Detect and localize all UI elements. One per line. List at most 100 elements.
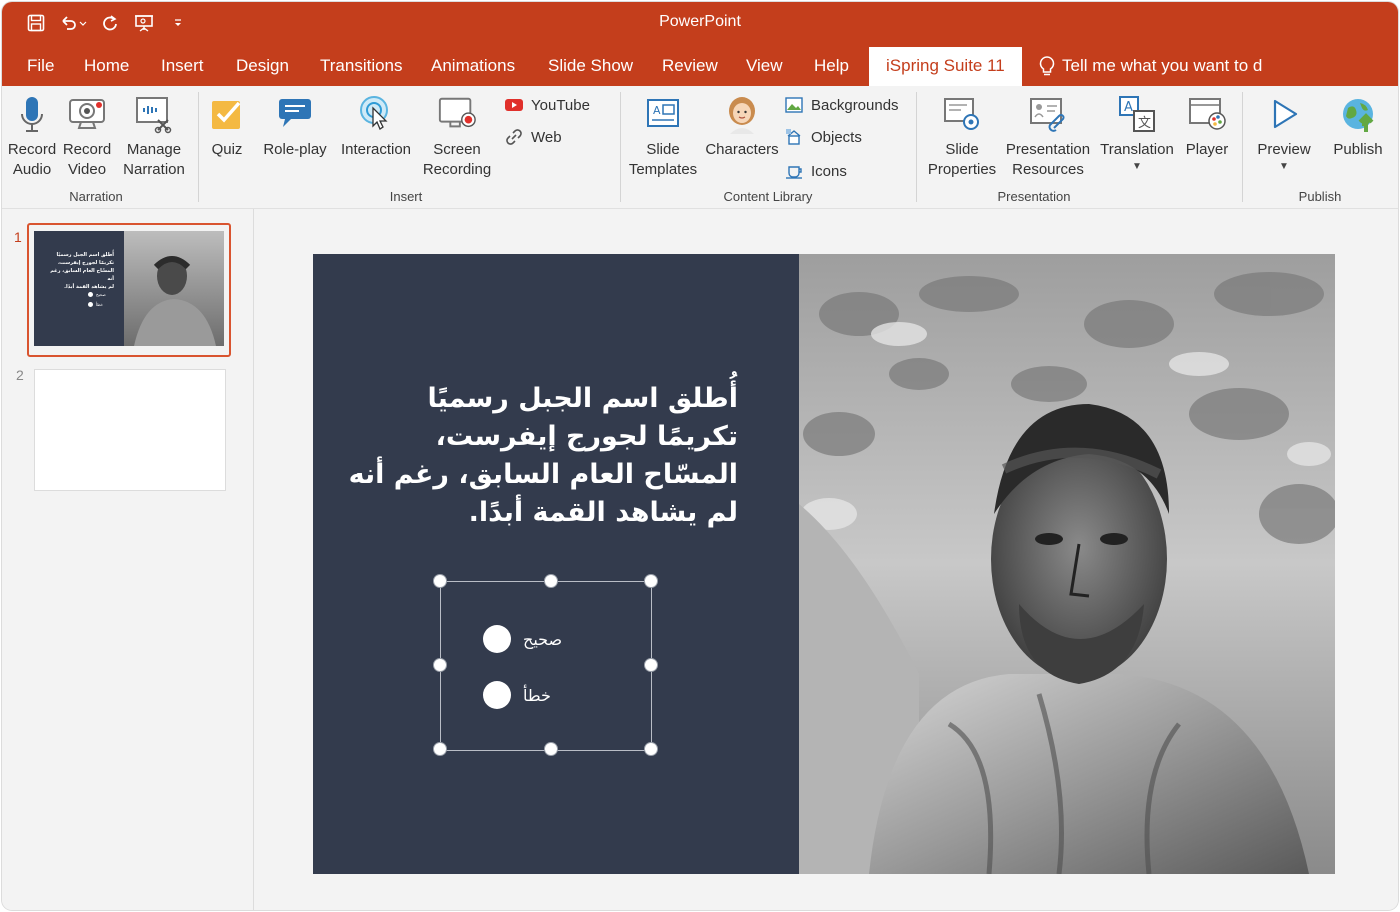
resize-handle-top-right[interactable]	[644, 574, 658, 588]
objects-icon	[785, 128, 803, 146]
chat-bubbles-icon	[275, 94, 315, 134]
tab-home[interactable]: Home	[84, 53, 129, 79]
character-avatar-icon	[722, 94, 762, 134]
group-separator	[620, 92, 621, 202]
quiz-checkbox-icon	[207, 94, 247, 134]
slide-thumbnail-2[interactable]	[34, 369, 226, 491]
presentation-resources-button[interactable]: Presentation Resources	[1004, 86, 1092, 180]
resize-handle-top-left[interactable]	[433, 574, 447, 588]
presentation-resources-icon	[1028, 94, 1068, 134]
current-slide[interactable]: أُطلق اسم الجبل رسميًا تكريمًا لجورج إيف…	[313, 254, 1335, 874]
play-icon	[1264, 94, 1304, 134]
group-label-presentation: Presentation	[997, 189, 1071, 204]
slide-title-text[interactable]: أُطلق اسم الجبل رسميًا تكريمًا لجورج إيف…	[343, 380, 738, 532]
ribbon: Record Audio Record Video Manage Narrati…	[2, 86, 1398, 209]
thumbnail-text: أُطلق اسم الجبل رسميًا تكريمًا لجورج إيف…	[50, 252, 114, 290]
group-separator	[916, 92, 917, 202]
slide-templates-button[interactable]: A Slide Templates	[626, 86, 700, 180]
radio-button[interactable]	[483, 625, 511, 653]
translation-icon: A文	[1117, 94, 1157, 134]
slide-properties-icon	[942, 94, 982, 134]
objects-button[interactable]: Objects	[785, 128, 862, 146]
group-label-narration: Narration	[69, 189, 123, 204]
youtube-button[interactable]: YouTube	[505, 96, 590, 114]
tab-design[interactable]: Design	[236, 53, 289, 79]
slide-templates-icon: A	[643, 94, 683, 134]
thumbnail-option: خطأ	[88, 302, 103, 307]
thumbnail-photo	[124, 231, 224, 346]
player-icon	[1187, 94, 1227, 134]
slide-number: 2	[16, 367, 24, 383]
slide-properties-button[interactable]: Slide Properties	[924, 86, 1000, 180]
resize-handle-bottom[interactable]	[544, 742, 558, 756]
svg-text:A: A	[653, 104, 661, 117]
answer-option-false[interactable]: خطأ	[483, 681, 551, 709]
radio-icon	[88, 292, 93, 297]
group-separator	[1242, 92, 1243, 202]
player-button[interactable]: Player	[1182, 86, 1232, 160]
quiz-button[interactable]: Quiz	[204, 86, 250, 160]
app-title: PowerPoint	[659, 13, 741, 30]
icons-button[interactable]: Icons	[785, 162, 847, 180]
radio-icon	[88, 302, 93, 307]
resize-handle-bottom-left[interactable]	[433, 742, 447, 756]
svg-text:文: 文	[1138, 116, 1151, 131]
quiz-answer-box[interactable]	[440, 581, 652, 751]
tell-me-text: Tell me what you want to do	[1062, 56, 1262, 75]
microphone-icon	[12, 94, 52, 134]
manage-narration-icon	[134, 94, 174, 134]
chevron-down-icon: ▼	[1132, 161, 1142, 172]
thumbnail-option: صحيح	[88, 292, 106, 297]
webcam-icon	[67, 94, 107, 134]
group-label-insert: Insert	[389, 189, 423, 204]
characters-button[interactable]: Characters	[704, 86, 780, 160]
mountaineer-photo[interactable]	[799, 254, 1335, 874]
group-label-publish: Publish	[1298, 189, 1342, 204]
slide-thumbnail-1[interactable]: أُطلق اسم الجبل رسميًا تكريمًا لجورج إيف…	[34, 231, 224, 346]
youtube-icon	[505, 96, 523, 114]
resize-handle-left[interactable]	[433, 658, 447, 672]
translation-button[interactable]: A文 Translation ▼	[1098, 86, 1176, 172]
record-audio-button[interactable]: Record Audio	[8, 86, 56, 180]
tab-help[interactable]: Help	[814, 53, 849, 79]
chevron-down-icon: ▼	[1279, 161, 1289, 172]
tab-insert[interactable]: Insert	[161, 53, 204, 79]
interaction-icon	[356, 94, 396, 134]
resize-handle-right[interactable]	[644, 658, 658, 672]
svg-text:A: A	[1124, 100, 1133, 115]
tab-view[interactable]: View	[746, 53, 783, 79]
icons-library-icon	[785, 162, 803, 180]
tab-animations[interactable]: Animations	[431, 53, 515, 79]
record-video-button[interactable]: Record Video	[62, 86, 112, 180]
publish-button[interactable]: Publish	[1330, 86, 1386, 160]
answer-option-true[interactable]: صحيح	[483, 625, 562, 653]
screen-recording-button[interactable]: Screen Recording	[420, 86, 494, 180]
publish-globe-icon	[1338, 94, 1378, 134]
web-button[interactable]: Web	[505, 128, 562, 146]
tab-review[interactable]: Review	[662, 53, 718, 79]
link-icon	[505, 128, 523, 146]
tab-ispring-suite[interactable]: iSpring Suite 11	[869, 47, 1022, 86]
tab-slide-show[interactable]: Slide Show	[548, 53, 633, 79]
preview-button[interactable]: Preview ▼	[1256, 86, 1312, 172]
interaction-button[interactable]: Interaction	[338, 86, 414, 160]
slide-number: 1	[14, 229, 22, 245]
group-separator	[198, 92, 199, 202]
powerpoint-window: PowerPoint File Home Insert Design Trans…	[2, 2, 1398, 910]
group-label-content-library: Content Library	[723, 189, 813, 204]
manage-narration-button[interactable]: Manage Narration	[118, 86, 190, 180]
ribbon-tabs: File Home Insert Design Transitions Anim…	[2, 44, 1398, 86]
tab-file[interactable]: File	[27, 53, 54, 79]
role-play-button[interactable]: Role-play	[262, 86, 328, 160]
slide-thumbnails-pane: 1 أُطلق اسم الجبل رسميًا تكريمًا لجورج إ…	[2, 209, 254, 910]
resize-handle-bottom-right[interactable]	[644, 742, 658, 756]
backgrounds-icon	[785, 96, 803, 114]
resize-handle-top[interactable]	[544, 574, 558, 588]
backgrounds-button[interactable]: Backgrounds	[785, 96, 899, 114]
tell-me-search[interactable]: Tell me what you want to do	[1038, 53, 1262, 79]
lightbulb-icon	[1039, 56, 1055, 76]
title-bar: PowerPoint	[2, 2, 1398, 44]
slide-editor-canvas: أُطلق اسم الجبل رسميًا تكريمًا لجورج إيف…	[254, 209, 1398, 910]
radio-button[interactable]	[483, 681, 511, 709]
tab-transitions[interactable]: Transitions	[320, 53, 403, 79]
